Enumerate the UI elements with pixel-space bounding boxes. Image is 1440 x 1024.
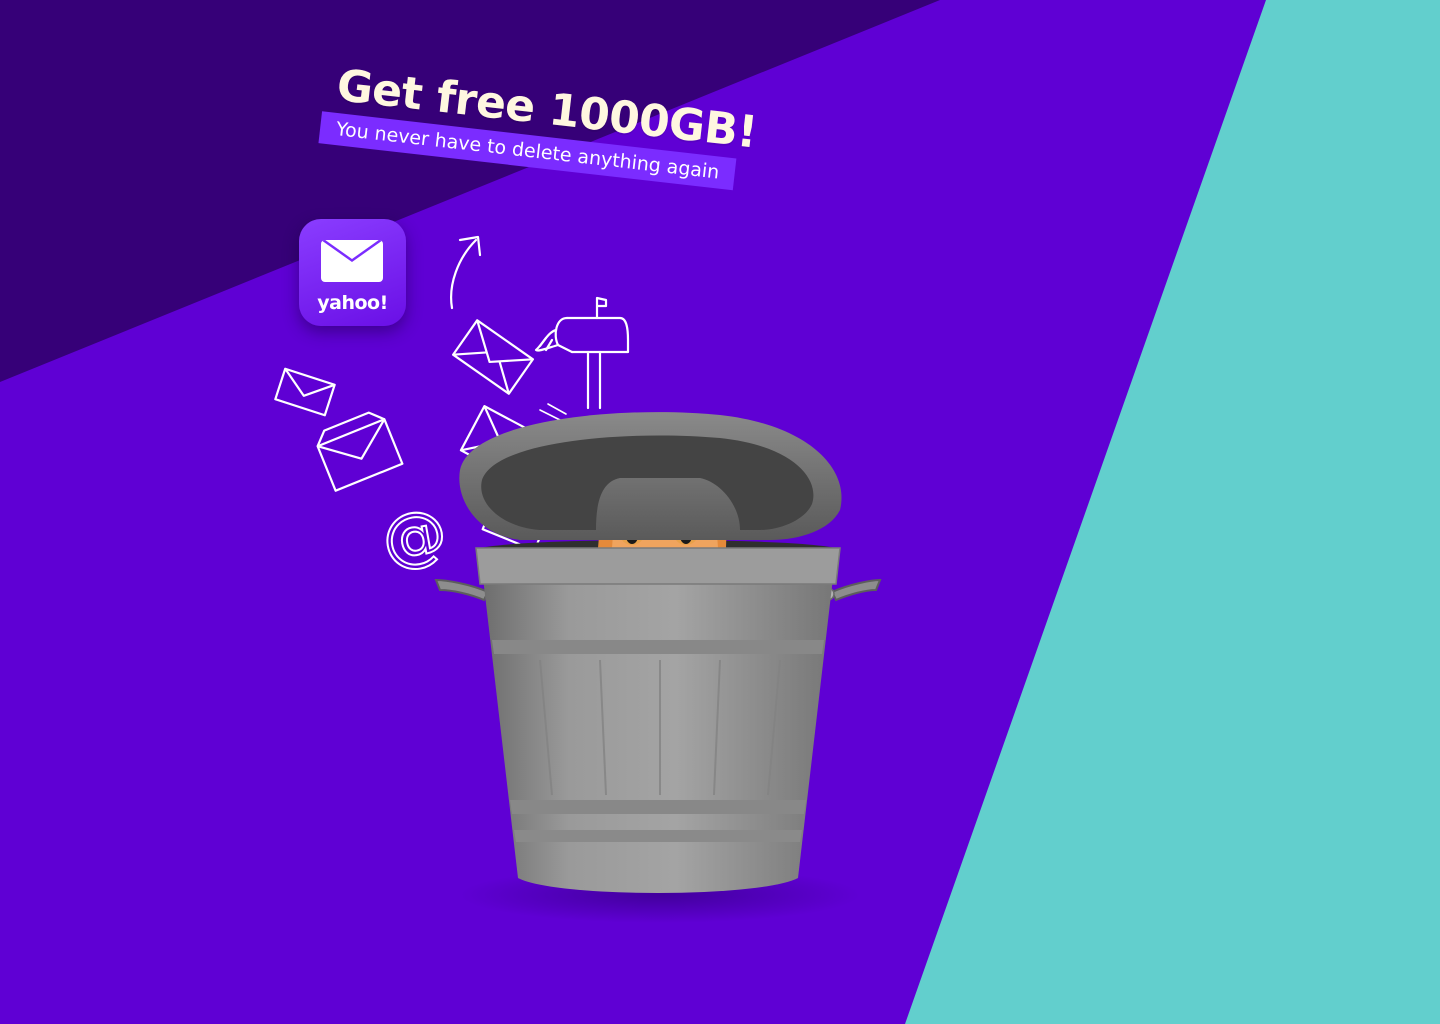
mail-envelope-icon — [321, 240, 383, 282]
yahoo-wordmark: yahoo! — [317, 292, 388, 314]
teal-band — [905, 0, 1440, 1024]
doodle-arrow-icon — [450, 235, 482, 310]
trash-can-lid — [459, 412, 842, 540]
doodle-at-icon: @ — [377, 495, 453, 579]
trash-can-handle-right — [830, 578, 882, 602]
dark-purple-band — [0, 0, 940, 382]
doodle-mailbox-icon — [534, 296, 630, 410]
yahoo-mail-app-icon[interactable]: yahoo! — [299, 219, 406, 326]
trash-can — [434, 480, 882, 893]
